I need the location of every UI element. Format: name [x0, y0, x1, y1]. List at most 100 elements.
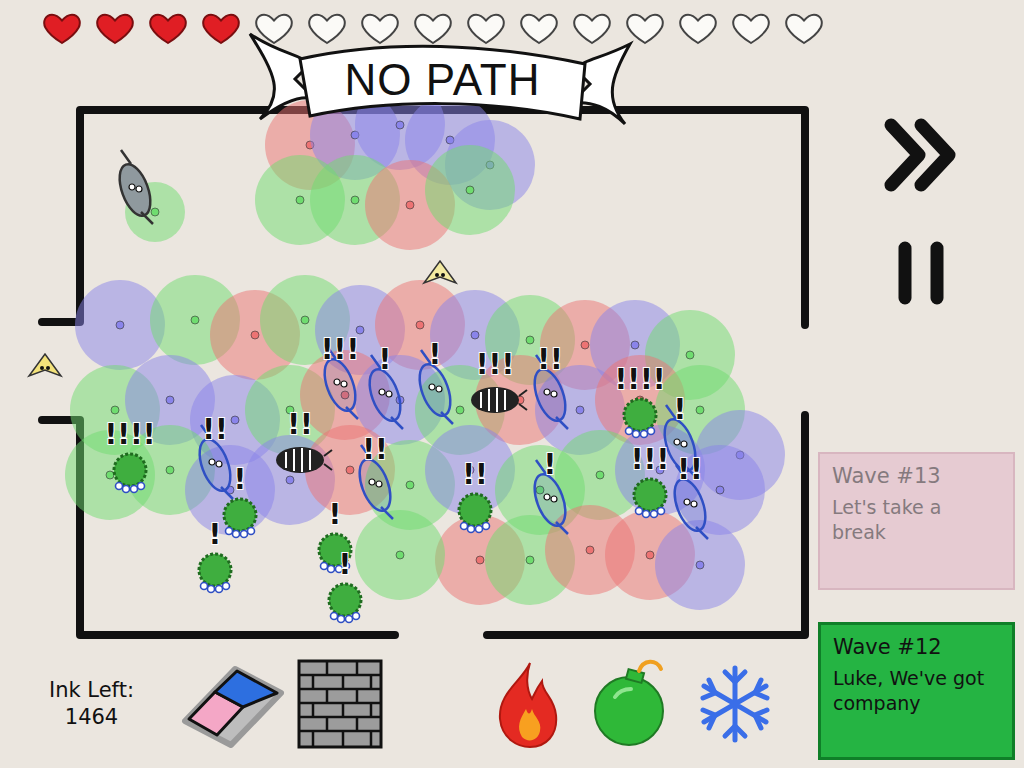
tower[interactable] [251, 331, 259, 339]
beetle-icon [471, 387, 527, 413]
tower-range[interactable] [425, 145, 515, 235]
field-canvas[interactable]: !!!!!!!!!!!!!!!!!!!!!!!!!!!!!!!!!!!!! [0, 56, 810, 640]
toolbar: Ink Left: 1464 [0, 640, 810, 768]
heart-icon [731, 8, 771, 48]
tower[interactable] [526, 556, 534, 564]
heart-icon [466, 8, 506, 48]
tower[interactable] [696, 406, 704, 414]
game-screen: NO PATH !!!!!!!!!!!!!!!!!!!!!!!!!!!!!!!!… [0, 0, 1024, 768]
bug-icon [624, 399, 656, 438]
main-area: !!!!!!!!!!!!!!!!!!!!!!!!!!!!!!!!!!!!! In… [0, 56, 1024, 768]
enemy [634, 479, 666, 518]
tower[interactable] [166, 466, 174, 474]
alert-mark: ! [234, 463, 247, 496]
tower[interactable] [631, 341, 639, 349]
heart-icon [201, 8, 241, 48]
flame-icon [492, 659, 562, 749]
flyer-icon [424, 261, 456, 283]
tower[interactable] [286, 476, 294, 484]
walls [42, 110, 805, 635]
heart-icon [360, 8, 400, 48]
pause-icon [891, 240, 951, 306]
tower[interactable] [396, 121, 404, 129]
tower[interactable] [396, 551, 404, 559]
tower-range[interactable] [655, 520, 745, 610]
tower[interactable] [586, 546, 594, 554]
eraser-tool[interactable] [177, 659, 287, 749]
snowflake-icon [695, 664, 775, 744]
fast-forward-button[interactable] [881, 115, 961, 195]
tower[interactable] [296, 196, 304, 204]
bug-icon [114, 454, 146, 493]
tower[interactable] [301, 316, 309, 324]
wave-list: Wave #13 Let's take a break Wave #12 Luke… [818, 452, 1024, 760]
tower[interactable] [646, 551, 654, 559]
heart-icon [678, 8, 718, 48]
alert-mark: !! [537, 343, 563, 376]
tower[interactable] [696, 561, 704, 569]
alert-mark: ! [674, 393, 687, 426]
heart-icon [42, 8, 82, 48]
tower[interactable] [476, 556, 484, 564]
side-panel: Wave #13 Let's take a break Wave #12 Luke… [810, 56, 1024, 768]
fast-forward-icon [881, 115, 961, 195]
tower[interactable] [116, 321, 124, 329]
wave-title: Wave #13 [832, 464, 1001, 489]
banner-text: NO PATH [300, 58, 585, 102]
ink-value: 1464 [65, 704, 118, 731]
tower[interactable] [191, 316, 199, 324]
beetle-icon [276, 447, 332, 473]
tower[interactable] [111, 406, 119, 414]
alert-mark: !!!! [104, 418, 155, 451]
bug-icon [459, 494, 491, 533]
tower[interactable] [686, 351, 694, 359]
alert-mark: ! [429, 338, 442, 371]
wave-message: Let's take a break [832, 495, 1001, 544]
tower[interactable] [346, 466, 354, 474]
tower[interactable] [581, 341, 589, 349]
enemy [114, 150, 157, 224]
bug-icon [634, 479, 666, 518]
tower[interactable] [526, 336, 534, 344]
alert-mark: !!!! [614, 363, 665, 396]
wall-tool[interactable] [295, 659, 385, 749]
game-field[interactable]: !!!!!!!!!!!!!!!!!!!!!!!!!!!!!!!!!!!!! [0, 56, 810, 640]
heart-icon [95, 8, 135, 48]
ink-counter: Ink Left: 1464 [0, 677, 165, 732]
wave-message: Luke, We've got company [833, 666, 1000, 715]
tower[interactable] [716, 486, 724, 494]
alert-mark: !! [362, 433, 388, 466]
alert-mark: ! [339, 548, 352, 581]
tower[interactable] [231, 416, 239, 424]
enemy [199, 554, 231, 593]
tower[interactable] [596, 471, 604, 479]
fire-tool[interactable] [490, 659, 564, 749]
alert-mark: !! [677, 453, 703, 486]
tower[interactable] [456, 406, 464, 414]
bug-icon [199, 554, 231, 593]
tower[interactable] [151, 208, 159, 216]
wave-card: Wave #13 Let's take a break [818, 452, 1015, 590]
tower[interactable] [416, 321, 424, 329]
alert-mark: !!! [321, 333, 359, 366]
enemy [224, 499, 256, 538]
ice-tool[interactable] [694, 664, 776, 744]
bomb-tool[interactable] [586, 659, 678, 749]
enemy [114, 454, 146, 493]
tower[interactable] [406, 481, 414, 489]
tower[interactable] [406, 201, 414, 209]
tower-range[interactable] [355, 510, 445, 600]
tower[interactable] [466, 186, 474, 194]
alert-mark: !!! [476, 348, 514, 381]
ink-label: Ink Left: [49, 677, 134, 704]
alert-mark: ! [209, 518, 222, 551]
enemy [459, 494, 491, 533]
tower[interactable] [576, 406, 584, 414]
wave-card: Wave #12 Luke, We've got company [818, 622, 1015, 760]
left-column: !!!!!!!!!!!!!!!!!!!!!!!!!!!!!!!!!!!!! In… [0, 56, 810, 768]
tower[interactable] [351, 196, 359, 204]
pause-button[interactable] [891, 240, 951, 306]
tower[interactable] [471, 331, 479, 339]
enemy [29, 354, 61, 376]
tower[interactable] [166, 396, 174, 404]
